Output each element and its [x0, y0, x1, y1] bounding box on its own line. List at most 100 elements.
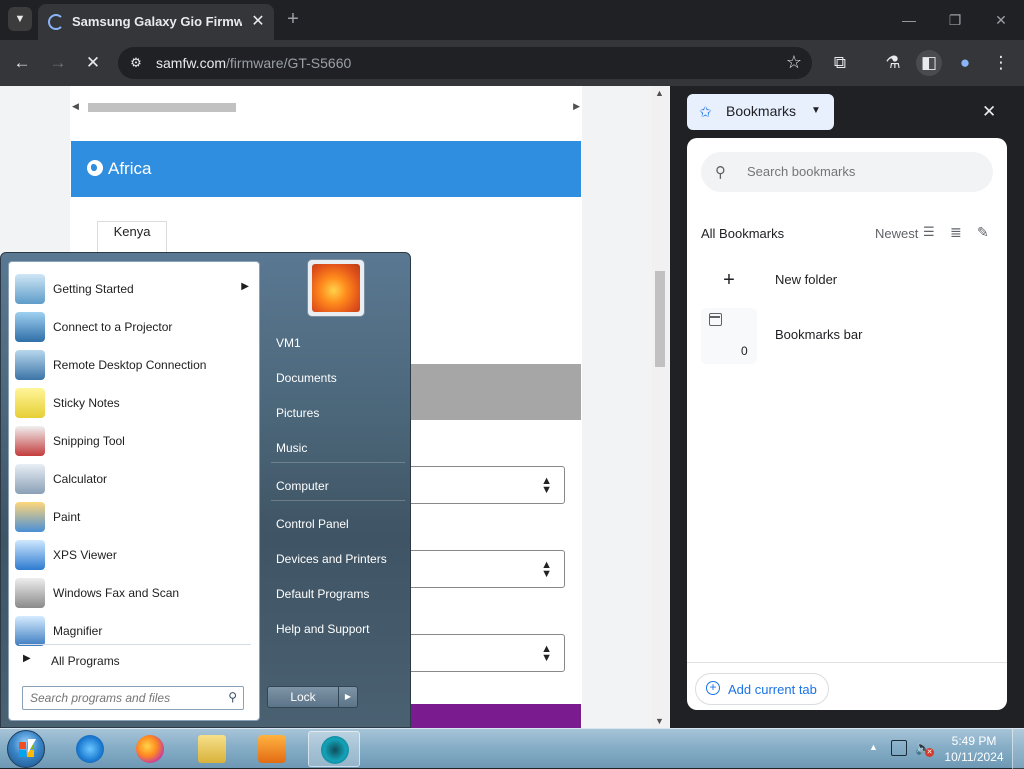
arrow-right-icon: ▶ [23, 653, 31, 664]
start-menu-link-label: Default Programs [276, 587, 370, 601]
start-menu-link[interactable]: Devices and Printers [267, 545, 407, 575]
start-menu-item-label: Remote Desktop Connection [53, 358, 207, 372]
plus-icon: + [723, 269, 735, 291]
stop-loading-button[interactable]: ✕ [80, 50, 106, 76]
restore-button[interactable]: ❐ [943, 8, 967, 32]
all-bookmarks-heading: All Bookmarks [701, 226, 785, 241]
show-desktop-button[interactable] [1012, 729, 1024, 769]
scroll-left-icon[interactable]: ◀ [72, 101, 79, 112]
start-menu-link[interactable]: Default Programs [267, 580, 407, 610]
sort-icon[interactable]: ☰ [923, 224, 935, 240]
edit-pencil-icon[interactable]: ✎ [977, 224, 989, 241]
all-programs-button[interactable]: ▶ All Programs [15, 650, 255, 672]
url-path: /firmware/GT-S5660 [226, 55, 352, 71]
add-current-tab-button[interactable]: + Add current tab [695, 673, 829, 705]
site-info-icon[interactable]: ⚙ [128, 55, 144, 71]
window-close-button[interactable]: ✕ [989, 8, 1013, 32]
side-panel-icon[interactable]: ◧ [916, 50, 942, 76]
volume-muted-icon: ✕ [925, 748, 934, 757]
start-menu-item[interactable]: Snipping Tool [11, 422, 257, 460]
start-menu-link[interactable]: VM1 [267, 329, 407, 359]
bookmarks-bar-label: Bookmarks bar [775, 327, 863, 342]
clock-time[interactable]: 5:49 PM [944, 734, 1004, 748]
media-player-icon [258, 735, 286, 763]
loading-spinner-icon [48, 14, 64, 30]
bookmarks-search-input[interactable] [747, 164, 967, 179]
select-caret-icon: ▲ ▼ [541, 643, 552, 664]
start-menu-item[interactable]: Remote Desktop Connection [11, 346, 257, 384]
side-panel-close-button[interactable]: ✕ [982, 103, 996, 121]
download-banner[interactable] [408, 704, 581, 728]
start-search-box[interactable]: ⚲ [22, 686, 244, 710]
firmware-select-2[interactable]: ▲ ▼ [390, 550, 565, 588]
new-folder-button[interactable]: + New folder [701, 262, 991, 298]
country-tab-kenya[interactable]: Kenya [97, 221, 167, 253]
new-tab-button[interactable]: + [282, 8, 304, 30]
start-menu-item[interactable]: Connect to a Projector [11, 308, 257, 346]
profile-avatar-icon[interactable]: ● [952, 50, 978, 76]
firmware-select-1[interactable]: ▲ ▼ [390, 466, 565, 504]
user-avatar[interactable] [307, 259, 365, 317]
scroll-thumb[interactable] [655, 271, 665, 367]
start-menu-item-label: Paint [53, 510, 81, 524]
labs-icon[interactable]: ⚗ [880, 50, 906, 76]
start-menu-item[interactable]: Sticky Notes [11, 384, 257, 422]
scroll-down-icon[interactable]: ▼ [655, 716, 664, 726]
scroll-thumb[interactable] [88, 103, 236, 112]
firefox-icon [136, 735, 164, 763]
vertical-scrollbar[interactable]: ▲ ▼ [652, 86, 668, 728]
back-button[interactable]: ← [9, 50, 35, 76]
start-menu-link[interactable]: Computer [267, 472, 407, 502]
url-text[interactable]: samfw.com/firmware/GT-S5660 [156, 55, 351, 71]
shutdown-options-button[interactable]: ▶ [339, 686, 358, 708]
add-circle-icon: + [706, 681, 720, 695]
network-icon[interactable] [891, 740, 907, 756]
chrome-menu-icon[interactable]: ⋮ [988, 50, 1014, 76]
region-header[interactable]: Africa [71, 141, 581, 197]
extensions-icon[interactable]: ⧉ [827, 50, 853, 76]
horizontal-scrollbar[interactable]: ◀ ▶ [72, 100, 580, 114]
start-menu-item[interactable]: Paint [11, 498, 257, 536]
taskbar-internet-explorer[interactable] [64, 731, 116, 767]
start-menu-link[interactable]: Control Panel [267, 510, 407, 540]
start-menu-link[interactable]: Music [267, 434, 407, 464]
tab-search-button[interactable]: ▼ [8, 7, 32, 31]
bookmarks-bar-folder[interactable]: 0 Bookmarks bar [701, 308, 991, 364]
browser-tab[interactable]: Samsung Galaxy Gio Firmware ✕ [38, 4, 274, 40]
start-menu-item[interactable]: XPS Viewer [11, 536, 257, 574]
side-panel-selector[interactable]: ✩ Bookmarks ▼ [687, 94, 834, 130]
start-menu-item[interactable]: Getting Started ▶ [11, 270, 257, 308]
taskbar-firefox[interactable] [124, 731, 176, 767]
start-menu-item[interactable]: Windows Fax and Scan [11, 574, 257, 612]
start-button[interactable] [7, 730, 45, 768]
start-search-input[interactable] [30, 691, 216, 705]
chevron-down-icon: ▼ [811, 105, 821, 116]
scroll-right-icon[interactable]: ▶ [573, 101, 580, 112]
taskbar-chrome[interactable] [308, 731, 360, 767]
select-caret-icon: ▲ ▼ [541, 475, 552, 496]
lock-button[interactable]: Lock [267, 686, 339, 708]
show-hidden-icons-button[interactable]: ▲ [869, 742, 878, 752]
list-view-icon[interactable]: ≣ [950, 224, 962, 241]
taskbar-media-player[interactable] [246, 731, 298, 767]
forward-button[interactable]: → [45, 50, 71, 76]
divider [687, 662, 1007, 663]
start-menu-item-label: Magnifier [53, 624, 103, 638]
sticky-notes-icon [15, 388, 45, 418]
start-menu-link[interactable]: Pictures [267, 399, 407, 429]
calculator-icon [15, 464, 45, 494]
minimize-button[interactable]: — [897, 8, 921, 32]
firmware-select-3[interactable]: ▲ ▼ [390, 634, 565, 672]
start-menu-item[interactable]: Calculator [11, 460, 257, 498]
lock-label: Lock [290, 690, 316, 704]
sort-button[interactable]: Newest [875, 226, 918, 241]
scroll-up-icon[interactable]: ▲ [655, 88, 664, 98]
address-bar[interactable]: ⚙ samfw.com/firmware/GT-S5660 ☆ [118, 47, 812, 79]
clock-date[interactable]: 10/11/2024 [940, 750, 1008, 764]
bookmark-star-icon[interactable]: ☆ [786, 52, 802, 73]
start-menu-link[interactable]: Documents [267, 364, 407, 394]
tab-close-button[interactable]: ✕ [248, 12, 268, 32]
start-menu-link[interactable]: Help and Support [267, 615, 407, 645]
bookmarks-search[interactable]: ⚲ [701, 152, 993, 192]
taskbar-file-explorer[interactable] [186, 731, 238, 767]
